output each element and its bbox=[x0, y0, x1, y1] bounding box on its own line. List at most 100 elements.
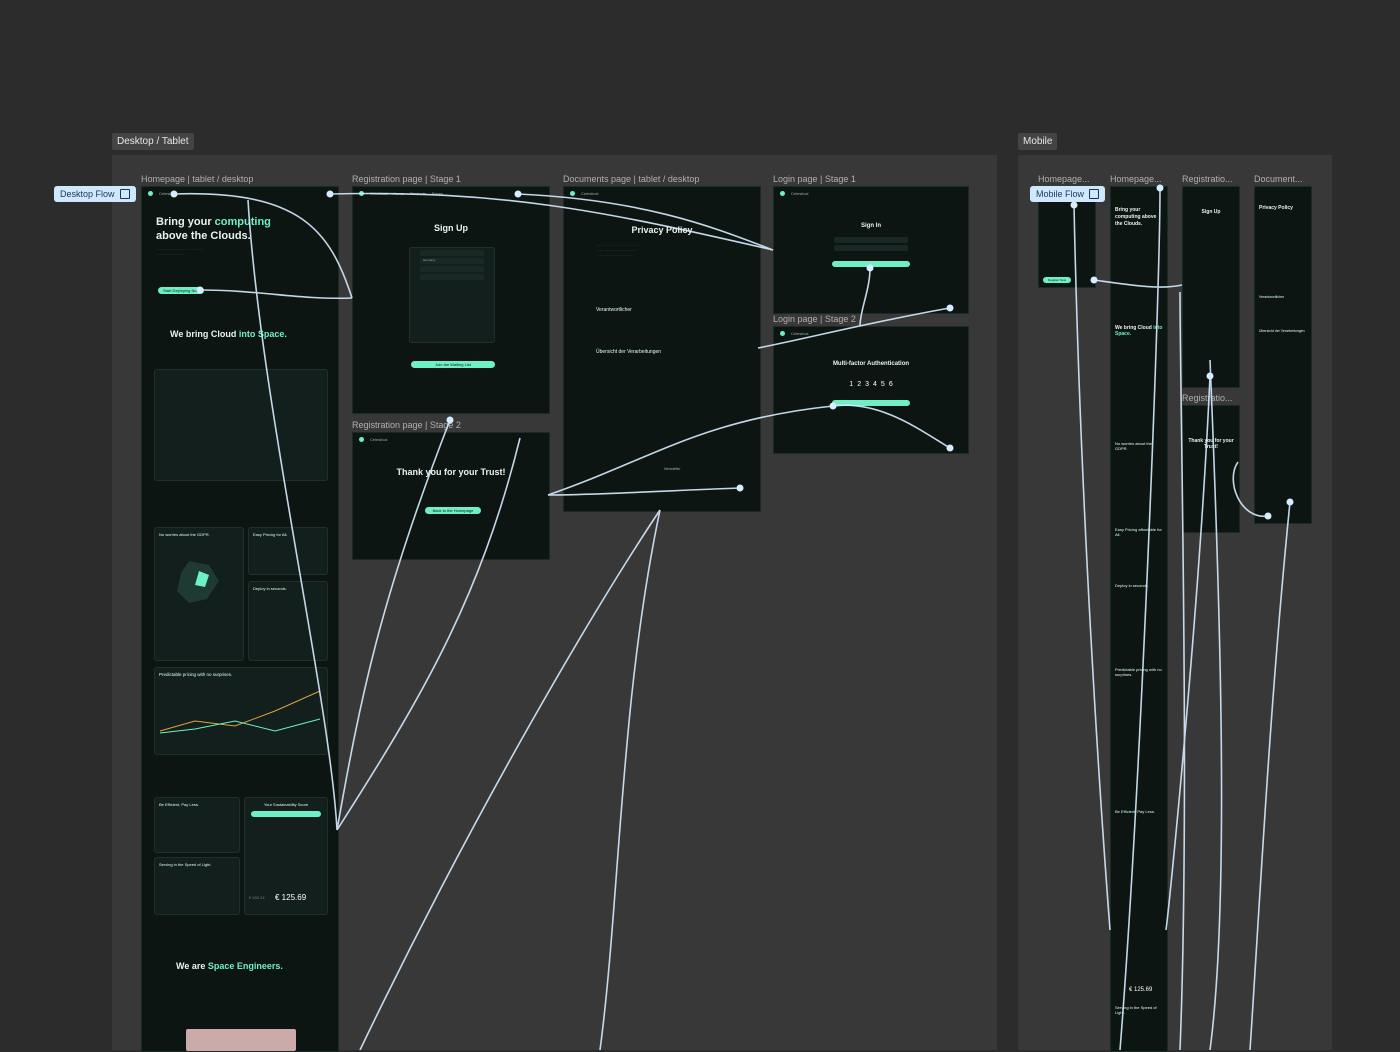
speed-card: Serving in the Speed of Light. bbox=[154, 857, 240, 915]
login2-nav: Celestical bbox=[774, 327, 968, 339]
join-waitlist-button[interactable]: Join the Waiting List bbox=[411, 361, 495, 368]
efficient-card: Be Efficient, Pay Less. bbox=[154, 797, 240, 853]
predictable-card: Predictable pricing with no surprises. bbox=[154, 667, 328, 755]
mfa-digit[interactable]: 1 bbox=[849, 381, 853, 388]
m-register-button[interactable]: Register Now bbox=[1043, 277, 1072, 283]
m-reg-2-frame[interactable]: Thank you for your Trust! bbox=[1182, 405, 1240, 533]
pricing-title: Easy Pricing for All. bbox=[253, 532, 288, 537]
score-card: Your Sustainability Score € 160.24 € 125… bbox=[244, 797, 328, 915]
documents-frame[interactable]: Celestical Privacy Policy ········ ·····… bbox=[563, 186, 761, 512]
signup-form: Germany bbox=[409, 247, 495, 343]
frame-label-login-2[interactable]: Login page | Stage 2 bbox=[773, 314, 856, 324]
price-old: € 160.24 bbox=[249, 895, 265, 900]
mfa-title: Multi-factor Authentication bbox=[832, 361, 910, 367]
registration-1-frame[interactable]: Celestical Home Products Prices Sign Up Ger… bbox=[352, 186, 550, 414]
frame-label-login-1[interactable]: Login page | Stage 1 bbox=[773, 174, 856, 184]
logo-icon bbox=[570, 190, 575, 196]
m-doc-frame[interactable]: Privacy Policy Verantwortlicher Übersich… bbox=[1254, 186, 1312, 524]
frame-label-registration-1[interactable]: Registration page | Stage 1 bbox=[352, 174, 461, 184]
reg2-nav: Celestical bbox=[353, 433, 549, 445]
email-input[interactable] bbox=[834, 237, 908, 243]
hero-text: ··· ········ ······· ········ ···· ·····… bbox=[156, 247, 204, 256]
frame-label-documents[interactable]: Documents page | tablet / desktop bbox=[563, 174, 699, 184]
frame-label-m-home-2[interactable]: Homepage... bbox=[1110, 174, 1162, 184]
mfa-digits[interactable]: 1 2 3 4 5 6 bbox=[774, 381, 968, 388]
privacy-title: Privacy Policy bbox=[631, 225, 693, 235]
name-input[interactable] bbox=[420, 250, 484, 256]
desktop-flow-tag[interactable]: Desktop Flow bbox=[54, 186, 136, 202]
europe-map-icon bbox=[177, 561, 219, 603]
team-photo bbox=[186, 1029, 296, 1051]
nav-brand: Celestical bbox=[581, 190, 599, 196]
desktop-section-label[interactable]: Desktop / Tablet bbox=[112, 133, 194, 150]
logo-icon bbox=[359, 436, 364, 442]
homepage-nav: Celestical bbox=[142, 187, 338, 199]
m-thanks-title: Thank you for your Trust! bbox=[1188, 438, 1234, 450]
m-gdpr-title: No worries about the GDPR. bbox=[1115, 441, 1152, 451]
role-input[interactable] bbox=[420, 266, 484, 272]
logo-icon bbox=[780, 330, 785, 336]
deploy-card: Deploy in seconds. bbox=[248, 581, 328, 661]
nav-brand: Celestical bbox=[370, 436, 388, 442]
hero-title: Bring your computing above the Clouds. bbox=[156, 215, 271, 243]
verify-button[interactable] bbox=[832, 400, 910, 406]
registration-2-frame[interactable]: Celestical Thank you for your Trust! Bac… bbox=[352, 432, 550, 560]
efficient-title: Be Efficient, Pay Less. bbox=[159, 802, 199, 807]
nav-products[interactable]: Products bbox=[410, 191, 426, 196]
homepage-desktop-frame[interactable]: Celestical Bring your computing above th… bbox=[141, 186, 339, 1052]
flow-play-icon bbox=[119, 189, 130, 199]
mfa-digit[interactable]: 2 bbox=[857, 381, 861, 388]
mfa-digit[interactable]: 6 bbox=[889, 381, 893, 388]
thanks-title: Thank you for your Trust! bbox=[396, 467, 506, 477]
verantwortlicher-heading: Verantwortlicher bbox=[596, 307, 632, 313]
video-card[interactable] bbox=[154, 369, 328, 481]
mobile-section-label[interactable]: Mobile bbox=[1018, 133, 1058, 150]
flow-play-icon bbox=[1089, 189, 1100, 199]
mfa-digit[interactable]: 5 bbox=[881, 381, 885, 388]
hero-line1: Bring your bbox=[156, 216, 215, 228]
back-home-button[interactable]: Back to the Homepage bbox=[425, 507, 481, 514]
reg1-nav: Celestical Home Products Prices bbox=[353, 187, 549, 199]
we-are-accent: Space Engineers. bbox=[207, 961, 283, 971]
login-1-frame[interactable]: Celestical Sign In bbox=[773, 186, 969, 314]
logo-icon bbox=[780, 190, 785, 196]
m-efficient-title: Be Efficient, Pay Less. bbox=[1115, 809, 1155, 814]
we-are-title: We are Space Engineers. bbox=[176, 961, 283, 971]
frame-label-homepage[interactable]: Homepage | tablet / desktop bbox=[141, 174, 253, 184]
mfa-digit[interactable]: 4 bbox=[873, 381, 877, 388]
hero-line2: above the Clouds. bbox=[156, 230, 251, 242]
speed-title: Serving in the Speed of Light. bbox=[159, 862, 212, 867]
price-total: € 125.69 bbox=[275, 893, 307, 902]
m-verantwortlicher: Verantwortlicher bbox=[1259, 295, 1285, 299]
nav-home[interactable]: Home bbox=[393, 191, 404, 196]
signin-button[interactable] bbox=[832, 261, 910, 267]
m-predictable-title: Predictable pricing with no surprises. bbox=[1115, 667, 1162, 677]
processing-heading: Übersicht der Verarbeitungen bbox=[596, 349, 662, 355]
frame-label-m-home-1[interactable]: Homepage... bbox=[1038, 174, 1090, 184]
nav-prices[interactable]: Prices bbox=[432, 191, 443, 196]
predictable-title: Predictable pricing with no surprises. bbox=[159, 672, 233, 677]
logo-icon bbox=[359, 190, 364, 196]
password-input[interactable] bbox=[834, 245, 908, 251]
mfa-digit[interactable]: 3 bbox=[865, 381, 869, 388]
hero-cta-button[interactable]: Start Deploying Now bbox=[158, 287, 205, 294]
nav-brand: Celestical bbox=[791, 190, 809, 196]
frame-label-m-doc[interactable]: Document... bbox=[1254, 174, 1303, 184]
usage-input[interactable] bbox=[420, 274, 484, 280]
frame-label-m-reg-1[interactable]: Registratio... bbox=[1182, 174, 1233, 184]
mobile-flow-tag[interactable]: Mobile Flow bbox=[1030, 186, 1106, 202]
score-title: Your Sustainability Score bbox=[263, 802, 309, 807]
score-bar bbox=[251, 811, 321, 817]
login-2-frame[interactable]: Celestical Multi-factor Authentication 1… bbox=[773, 326, 969, 454]
privacy-text: ········ ········· ········ ········ ···… bbox=[596, 243, 643, 257]
gdpr-title: No worries about the GDPR. bbox=[159, 532, 210, 537]
we-are-text: We are bbox=[176, 961, 208, 971]
frame-label-registration-2[interactable]: Registration page | Stage 2 bbox=[352, 420, 461, 430]
gdpr-card: No worries about the GDPR. bbox=[154, 527, 244, 661]
country-select[interactable]: Germany bbox=[420, 258, 484, 264]
frame-label-m-reg-2[interactable]: Registratio... bbox=[1182, 393, 1233, 403]
m-pricing-title: Easy Pricing affordable for All. bbox=[1115, 527, 1162, 537]
m-home-2-frame[interactable]: Bring your computing above the Clouds. W… bbox=[1110, 186, 1168, 1052]
cloud-title-accent: into Space. bbox=[238, 329, 287, 339]
m-reg-1-frame[interactable]: Sign Up bbox=[1182, 186, 1240, 388]
